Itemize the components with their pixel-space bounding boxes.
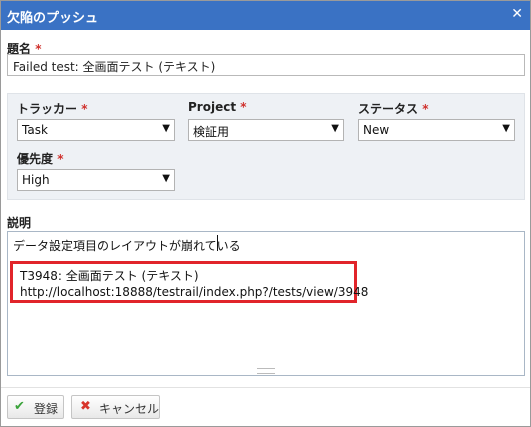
reference-line-url: http://localhost:18888/testrail/index.ph… bbox=[20, 285, 369, 299]
required-mark: * bbox=[57, 152, 64, 166]
required-mark: * bbox=[240, 100, 247, 114]
footer-divider bbox=[1, 387, 530, 388]
chevron-down-icon: ▼ bbox=[162, 173, 170, 184]
dialog-titlebar: 欠陥のプッシュ ✕ bbox=[1, 1, 530, 30]
project-label-text: Project bbox=[188, 100, 237, 114]
close-icon[interactable]: ✕ bbox=[511, 6, 523, 22]
priority-select-value: High bbox=[22, 173, 50, 187]
tracker-label-text: トラッカー bbox=[17, 102, 78, 116]
submit-button-label: 登録 bbox=[34, 402, 59, 416]
project-label: Project * bbox=[188, 100, 247, 114]
required-mark: * bbox=[81, 102, 88, 116]
priority-label-text: 優先度 bbox=[17, 152, 54, 166]
chevron-down-icon: ▼ bbox=[502, 123, 510, 134]
status-label-text: ステータス bbox=[358, 102, 419, 116]
description-label: 説明 bbox=[7, 216, 32, 230]
status-select[interactable]: New ▼ bbox=[358, 119, 515, 141]
cancel-button-label: キャンセル bbox=[99, 402, 160, 416]
description-typed-line: データ設定項目のレイアウトが崩れている bbox=[13, 239, 241, 253]
project-select-value: 検証用 bbox=[193, 125, 230, 139]
subject-input[interactable]: Failed test: 全画面テスト (テキスト) bbox=[7, 54, 525, 76]
cancel-button[interactable]: ✖ キャンセル bbox=[71, 395, 160, 419]
resize-handle[interactable] bbox=[257, 368, 275, 374]
x-icon: ✖ bbox=[80, 399, 91, 414]
priority-label: 優先度 * bbox=[17, 150, 63, 167]
tracker-select[interactable]: Task ▼ bbox=[17, 119, 175, 141]
tracker-select-value: Task bbox=[22, 123, 48, 137]
status-label: ステータス * bbox=[358, 100, 428, 117]
priority-select[interactable]: High ▼ bbox=[17, 169, 175, 191]
description-textarea[interactable]: データ設定項目のレイアウトが崩れている T3948: 全画面テスト (テキスト)… bbox=[7, 231, 525, 376]
highlight-box: T3948: 全画面テスト (テキスト) http://localhost:18… bbox=[10, 261, 368, 303]
tracker-label: トラッカー * bbox=[17, 100, 87, 117]
chevron-down-icon: ▼ bbox=[162, 123, 170, 134]
status-select-value: New bbox=[363, 123, 390, 137]
submit-button[interactable]: ✔ 登録 bbox=[7, 395, 64, 419]
text-caret bbox=[217, 235, 218, 251]
push-defect-dialog: 欠陥のプッシュ ✕ 題名 * Failed test: 全画面テスト (テキスト… bbox=[0, 0, 531, 427]
description-reference: T3948: 全画面テスト (テキスト) http://localhost:18… bbox=[20, 268, 368, 300]
dialog-title: 欠陥のプッシュ bbox=[7, 11, 99, 26]
check-icon: ✔ bbox=[14, 399, 25, 414]
project-select[interactable]: 検証用 ▼ bbox=[188, 119, 344, 141]
chevron-down-icon: ▼ bbox=[331, 123, 339, 134]
reference-line-title: T3948: 全画面テスト (テキスト) bbox=[20, 269, 199, 283]
required-mark: * bbox=[422, 102, 429, 116]
